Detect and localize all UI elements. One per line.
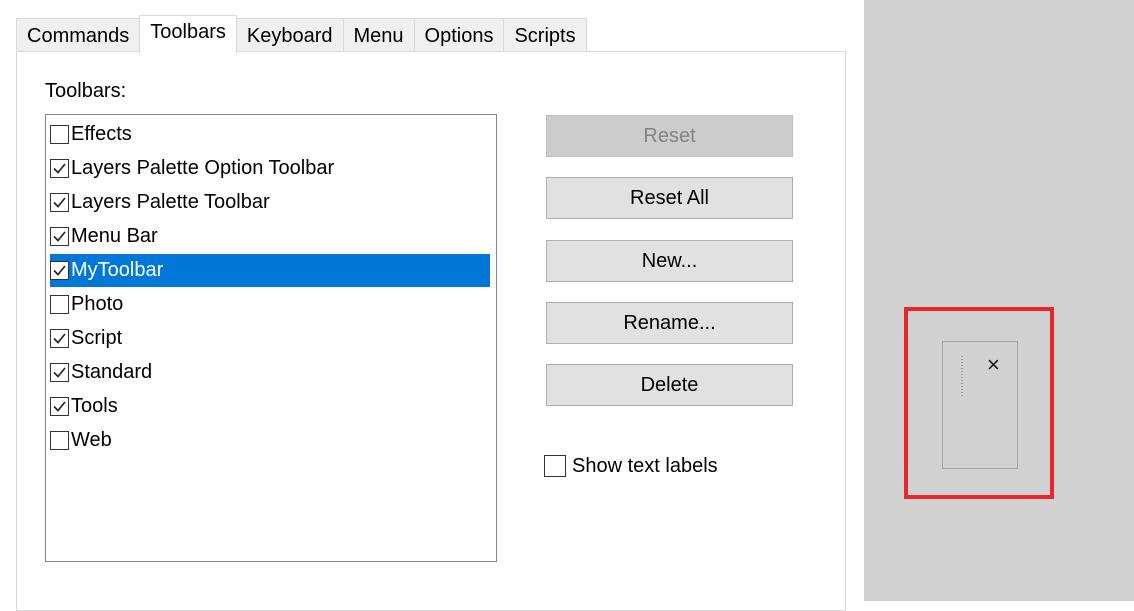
delete-toolbar-button[interactable]: Delete [546,364,793,406]
toolbar-item-layers-palette-toolbar[interactable]: Layers Palette Toolbar [50,186,270,219]
tab-menu[interactable]: Menu [342,18,415,52]
tab-strip: Commands Toolbars Keyboard Menu Options … [16,15,587,53]
toolbar-item-script[interactable]: Script [50,322,122,355]
check-icon [53,367,66,378]
check-icon [53,197,66,208]
tab-keyboard[interactable]: Keyboard [235,18,344,52]
check-icon [53,333,66,344]
toolbars-listbox[interactable]: Effects Layers Palette Option Toolbar La… [45,114,497,562]
new-toolbar-button[interactable]: New... [546,240,793,282]
show-text-labels-checkbox[interactable] [544,455,566,477]
customize-dialog: Commands Toolbars Keyboard Menu Options … [0,0,864,611]
toolbar-item-label: MyToolbar [71,259,164,282]
toolbar-item-label: Web [71,429,112,451]
toolbar-item-tools[interactable]: Tools [50,390,118,423]
check-icon [53,401,66,412]
toolbar-item-web[interactable]: Web [50,424,112,457]
toolbar-item-label: Menu Bar [71,225,158,247]
toolbar-checkbox[interactable] [50,159,69,178]
toolbar-item-label: Photo [71,293,124,315]
toolbar-checkbox[interactable] [50,227,69,246]
reset-button[interactable]: Reset [546,115,793,157]
close-icon[interactable]: × [987,354,1000,376]
toolbar-checkbox[interactable] [50,261,69,280]
toolbar-checkbox[interactable] [50,363,69,382]
floating-toolbar[interactable]: × [942,341,1018,469]
check-icon [53,163,66,174]
toolbar-checkbox[interactable] [50,295,69,314]
toolbar-item-label: Standard [71,361,153,383]
check-icon [53,231,66,242]
toolbar-item-label: Layers Palette Toolbar [71,191,270,213]
toolbar-checkbox[interactable] [50,193,69,212]
toolbar-checkbox[interactable] [50,397,69,416]
toolbar-item-photo[interactable]: Photo [50,288,123,321]
toolbar-checkbox[interactable] [50,431,69,450]
show-text-labels-option[interactable]: Show text labels [544,454,718,478]
toolbar-item-label: Script [71,327,123,349]
tab-toolbars[interactable]: Toolbars [139,15,237,53]
toolbar-item-standard[interactable]: Standard [50,356,152,389]
tab-commands[interactable]: Commands [16,18,141,52]
grip-handle-icon[interactable] [961,356,963,396]
tab-scripts[interactable]: Scripts [503,18,587,52]
toolbars-list-label: Toolbars: [45,80,127,102]
show-text-labels-label: Show text labels [572,454,718,477]
rename-toolbar-button[interactable]: Rename... [546,302,793,344]
toolbar-item-layers-palette-option-toolbar[interactable]: Layers Palette Option Toolbar [50,152,334,185]
tab-options[interactable]: Options [413,18,505,52]
toolbar-checkbox[interactable] [50,329,69,348]
toolbar-item-mytoolbar[interactable]: MyToolbar [50,254,490,287]
check-icon [53,265,66,276]
toolbar-item-label: Layers Palette Option Toolbar [71,157,335,179]
toolbar-item-menu-bar[interactable]: Menu Bar [50,220,158,253]
reset-all-button[interactable]: Reset All [546,177,793,219]
toolbar-item-label: Effects [71,123,132,145]
workspace-area [864,0,1134,601]
toolbar-checkbox[interactable] [50,125,69,144]
toolbar-item-label: Tools [71,395,118,417]
toolbar-item-effects[interactable]: Effects [50,118,132,151]
